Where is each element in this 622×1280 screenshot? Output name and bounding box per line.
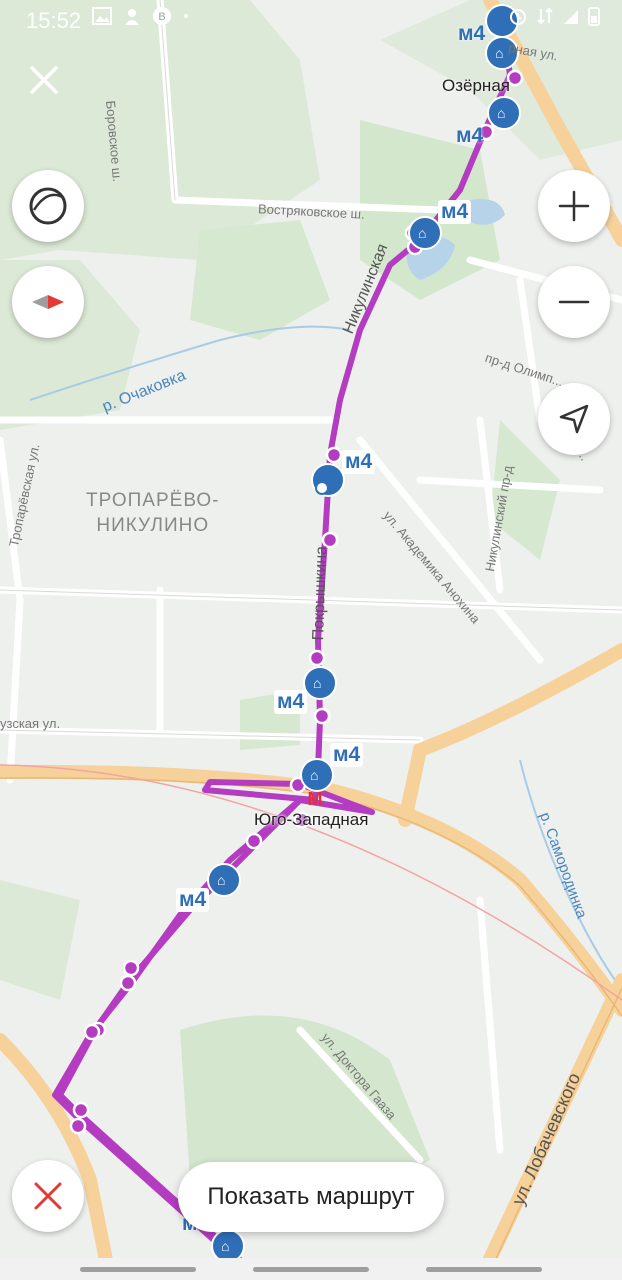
trolleybus-stop-icon[interactable]: ⌂ [310, 767, 318, 783]
cancel-route-button[interactable] [12, 1160, 84, 1232]
district-label: ТРОПАРЁВО- НИКУЛИНО [86, 488, 219, 538]
compass-icon [32, 295, 64, 309]
station-label-ozernaya[interactable]: Озёрная [442, 76, 510, 96]
zoom-in-button[interactable] [538, 170, 610, 242]
route-label[interactable]: м4 [342, 450, 376, 474]
battery-icon [588, 7, 600, 26]
route-label[interactable]: м4 [438, 200, 472, 224]
navigation-arrow-icon [559, 404, 589, 434]
layers-button[interactable] [12, 170, 84, 242]
close-icon[interactable] [24, 60, 64, 100]
system-icons [508, 6, 600, 26]
dot-icon [184, 14, 188, 18]
locate-me-button[interactable] [538, 383, 610, 455]
alarm-icon [510, 9, 526, 25]
svg-text:B: B [158, 11, 165, 23]
route-label[interactable]: м4 [330, 743, 364, 767]
app-notification-icon [125, 9, 139, 25]
nav-recents-handle[interactable] [426, 1267, 542, 1272]
trolleybus-stop-icon[interactable]: ⌂ [221, 1238, 229, 1254]
nav-home-handle[interactable] [253, 1267, 369, 1272]
compass-button[interactable] [12, 266, 84, 338]
status-bar: 15:52 B [0, 0, 622, 40]
system-nav-bar [0, 1258, 622, 1280]
show-route-button[interactable]: Показать маршрут [178, 1162, 444, 1232]
route-label[interactable]: м4 [456, 124, 483, 148]
route-label[interactable]: м4 [176, 888, 210, 912]
district-label-line-2: НИКУЛИНО [96, 515, 210, 536]
v-app-icon: B [153, 7, 171, 25]
trolleybus-stop-icon[interactable]: ⌂ [495, 45, 503, 61]
nav-back-handle[interactable] [80, 1267, 196, 1272]
trolleybus-stop-icon[interactable]: ⌂ [497, 105, 505, 121]
trolleybus-stop-icon[interactable]: ⌂ [217, 872, 225, 888]
plus-icon [558, 190, 590, 222]
zoom-out-button[interactable] [538, 266, 610, 338]
metro-icon: М [308, 789, 323, 809]
notification-icons: B [92, 6, 190, 26]
trolleybus-stop-icon[interactable]: ⌂ [313, 675, 321, 691]
street-label-uzskaya: узская ул. [0, 716, 61, 731]
street-label-pokryshkina: Покрышкина [310, 545, 331, 641]
station-label-yugo-zapadnaya[interactable]: Юго-Западная [254, 810, 368, 830]
minus-icon [558, 300, 590, 304]
trolleybus-stop-icon[interactable]: ⌂ [418, 225, 426, 241]
district-label-line-1: ТРОПАРЁВО- [86, 490, 220, 511]
route-label[interactable]: м4 [274, 690, 308, 714]
status-time: 15:52 [26, 8, 82, 33]
signal-icon [564, 10, 578, 24]
data-arrows-icon [537, 7, 553, 25]
gallery-icon [92, 7, 112, 25]
cancel-icon [34, 1182, 62, 1210]
layers-icon [29, 187, 67, 225]
